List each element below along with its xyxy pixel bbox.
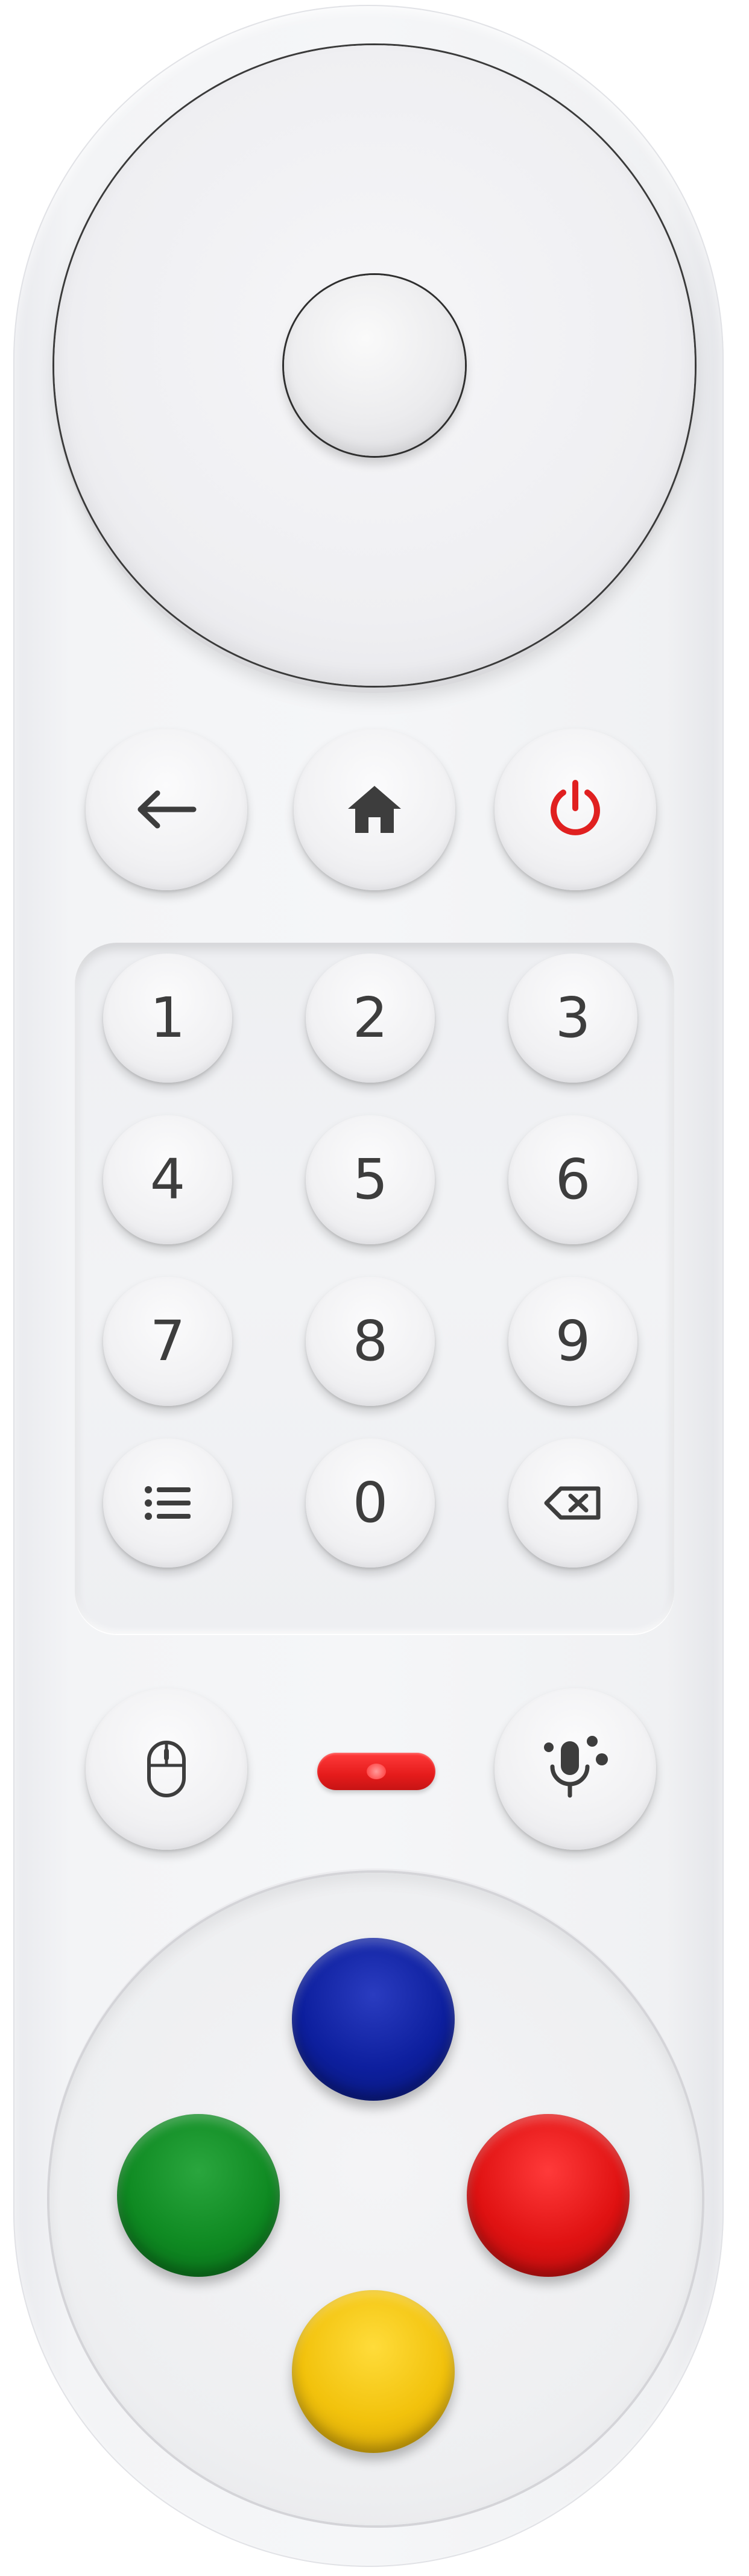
list-icon bbox=[145, 1486, 191, 1520]
key-9[interactable]: 9 bbox=[508, 1277, 637, 1406]
key-3-label: 3 bbox=[555, 986, 591, 1050]
dpad-ok-button[interactable] bbox=[284, 275, 465, 456]
key-8[interactable]: 8 bbox=[306, 1277, 435, 1406]
home-icon bbox=[348, 786, 401, 833]
key-1[interactable]: 1 bbox=[103, 954, 232, 1083]
voice-assistant-icon bbox=[544, 1736, 608, 1798]
menu-button[interactable] bbox=[103, 1438, 232, 1568]
voice-button[interactable] bbox=[495, 1688, 656, 1850]
blue-button[interactable] bbox=[292, 1938, 455, 2101]
key-7[interactable]: 7 bbox=[103, 1277, 232, 1406]
key-0-label: 0 bbox=[352, 1470, 388, 1535]
backspace-icon bbox=[544, 1486, 601, 1520]
yellow-button[interactable] bbox=[292, 2290, 455, 2453]
key-6[interactable]: 6 bbox=[508, 1115, 637, 1244]
delete-button[interactable] bbox=[508, 1438, 637, 1568]
indicator-glow bbox=[367, 1764, 386, 1779]
home-button[interactable] bbox=[294, 729, 455, 890]
red-button[interactable] bbox=[467, 2114, 630, 2277]
key-8-label: 8 bbox=[352, 1309, 388, 1373]
power-icon bbox=[551, 780, 600, 835]
key-1-label: 1 bbox=[150, 986, 186, 1050]
key-0[interactable]: 0 bbox=[306, 1438, 435, 1568]
key-7-label: 7 bbox=[150, 1309, 186, 1373]
key-9-label: 9 bbox=[555, 1309, 591, 1373]
key-4-label: 4 bbox=[150, 1147, 186, 1212]
key-5-label: 5 bbox=[352, 1147, 388, 1212]
arrow-left-icon bbox=[137, 790, 197, 829]
mouse-button[interactable] bbox=[86, 1688, 247, 1850]
green-button[interactable] bbox=[117, 2114, 280, 2277]
key-6-label: 6 bbox=[555, 1147, 591, 1212]
key-3[interactable]: 3 bbox=[508, 954, 637, 1083]
back-button[interactable] bbox=[86, 729, 247, 890]
power-button[interactable] bbox=[495, 729, 656, 890]
status-indicator-light bbox=[317, 1753, 435, 1790]
mouse-icon bbox=[147, 1741, 186, 1797]
key-2[interactable]: 2 bbox=[306, 954, 435, 1083]
key-5[interactable]: 5 bbox=[306, 1115, 435, 1244]
key-2-label: 2 bbox=[352, 986, 388, 1050]
key-4[interactable]: 4 bbox=[103, 1115, 232, 1244]
